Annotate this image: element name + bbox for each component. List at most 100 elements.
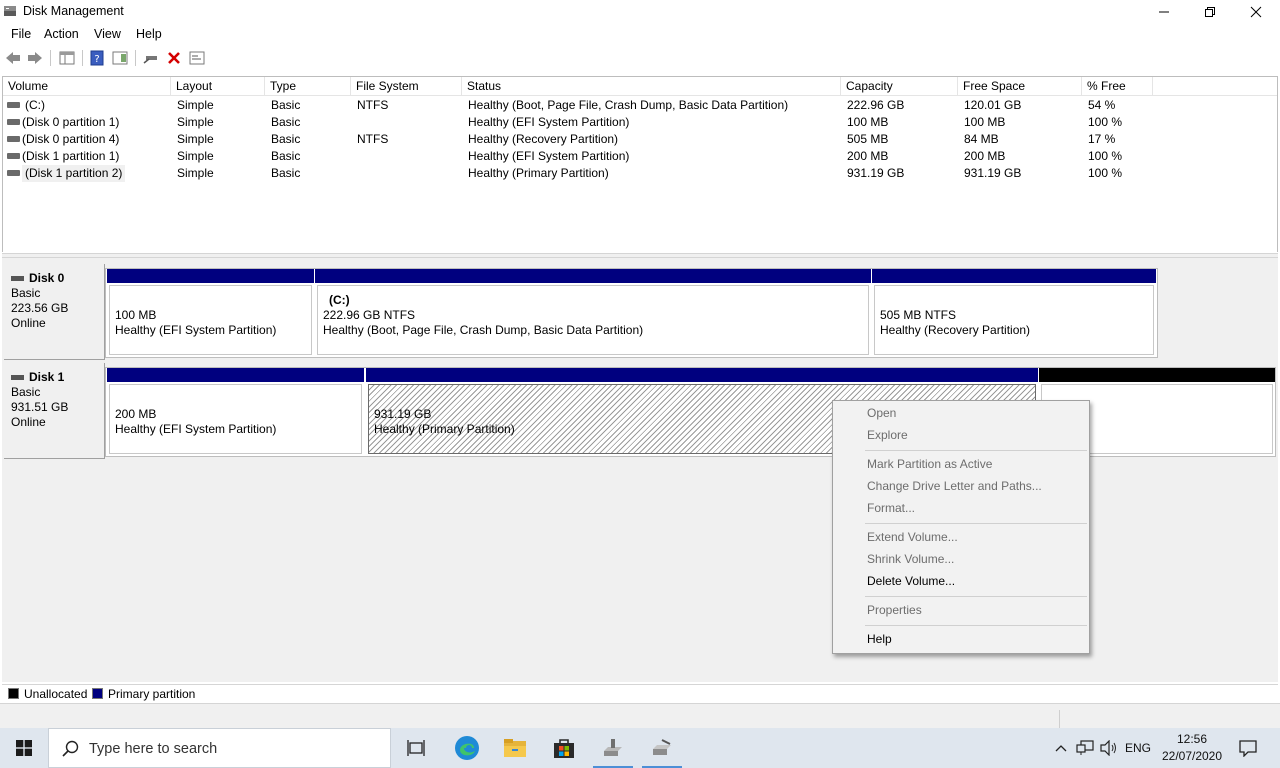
help-button[interactable]: ? xyxy=(88,49,106,67)
primary-partition-bar xyxy=(366,368,1038,382)
column-header-file-system[interactable]: File System xyxy=(351,77,462,96)
column-header-type[interactable]: Type xyxy=(265,77,351,96)
restore-button[interactable] xyxy=(1187,0,1233,24)
menu-file[interactable]: File xyxy=(11,27,31,41)
taskbar-disk-management[interactable] xyxy=(638,728,686,768)
taskbar-file-explorer[interactable] xyxy=(491,728,539,768)
disk-1-type: Basic xyxy=(11,385,41,399)
taskbar-search-box[interactable]: Type here to search xyxy=(48,728,391,768)
table-row[interactable]: (Disk 0 partition 1) Simple Basic Health… xyxy=(3,114,1277,131)
cell-capacity: 505 MB xyxy=(847,132,889,146)
table-row[interactable]: (Disk 0 partition 4) Simple Basic NTFS H… xyxy=(3,131,1277,148)
cell-volume: (Disk 0 partition 1) xyxy=(22,115,120,129)
partition-size: 505 MB NTFS xyxy=(880,308,957,322)
partition-disk0-4[interactable]: 505 MB NTFS Healthy (Recovery Partition) xyxy=(872,269,1156,357)
connect-drive-button[interactable] xyxy=(142,49,160,67)
cell-percent-free: 100 % xyxy=(1088,149,1123,163)
close-button[interactable] xyxy=(1233,0,1279,24)
partition-disk0-1[interactable]: 100 MB Healthy (EFI System Partition) xyxy=(107,269,314,357)
disk-1-label[interactable]: Disk 1 Basic 931.51 GB Online xyxy=(4,363,105,459)
column-header-status[interactable]: Status xyxy=(462,77,841,96)
menu-separator xyxy=(865,523,1087,524)
disk-0-name: Disk 0 xyxy=(11,271,104,286)
properties-pane-button[interactable] xyxy=(111,49,129,67)
forward-arrow-icon xyxy=(28,52,42,64)
menu-help[interactable]: Help xyxy=(136,27,162,41)
cell-status: Healthy (EFI System Partition) xyxy=(468,149,630,163)
cell-capacity: 200 MB xyxy=(847,149,889,163)
show-hidden-icons-button[interactable] xyxy=(1051,728,1071,768)
menu-item-extend-volume[interactable]: Extend Volume... xyxy=(867,530,958,544)
disk-1-status: Online xyxy=(11,415,46,429)
properties-button[interactable] xyxy=(188,49,206,67)
column-header-capacity[interactable]: Capacity xyxy=(841,77,958,96)
status-bar xyxy=(0,703,1280,728)
clock[interactable]: 12:56 22/07/2020 xyxy=(1155,731,1229,765)
volume-list-header: Volume Layout Type File System Status Ca… xyxy=(3,77,1277,96)
cell-percent-free: 54 % xyxy=(1088,98,1116,112)
network-button[interactable] xyxy=(1074,728,1096,768)
cell-free-space: 931.19 GB xyxy=(964,166,1022,180)
menu-item-explore[interactable]: Explore xyxy=(867,428,908,442)
volume-button[interactable] xyxy=(1098,728,1120,768)
window-title: Disk Management xyxy=(23,4,124,18)
partition-name: (C:) xyxy=(329,293,350,307)
taskbar-store[interactable] xyxy=(540,728,588,768)
menu-item-open[interactable]: Open xyxy=(867,406,896,420)
start-button[interactable] xyxy=(0,728,48,768)
legend-unallocated-label: Unallocated xyxy=(24,687,88,701)
column-header-volume[interactable]: Volume xyxy=(3,77,171,96)
partition-disk1-1[interactable]: 200 MB Healthy (EFI System Partition) xyxy=(107,368,364,456)
menu-item-properties[interactable]: Properties xyxy=(867,603,922,617)
disk-management-icon xyxy=(4,6,16,16)
primary-partition-bar xyxy=(872,269,1156,283)
menu-item-shrink-volume[interactable]: Shrink Volume... xyxy=(867,552,954,566)
menu-separator xyxy=(865,596,1087,597)
partition-status: Healthy (EFI System Partition) xyxy=(115,422,277,436)
menu-separator xyxy=(865,625,1087,626)
disk-1-name: Disk 1 xyxy=(11,370,104,385)
menu-item-mark-active[interactable]: Mark Partition as Active xyxy=(867,457,992,471)
menu-view[interactable]: View xyxy=(94,27,121,41)
unallocated-bar xyxy=(1039,368,1275,382)
partition-status: Healthy (EFI System Partition) xyxy=(115,323,277,337)
minimize-button[interactable] xyxy=(1141,0,1187,24)
table-row[interactable]: (C:) Simple Basic NTFS Healthy (Boot, Pa… xyxy=(3,97,1277,114)
context-menu: Open Explore Mark Partition as Active Ch… xyxy=(832,400,1090,654)
disk-0-partitions: 100 MB Healthy (EFI System Partition) (C… xyxy=(105,268,1158,358)
menu-item-help[interactable]: Help xyxy=(867,632,892,646)
delete-button[interactable] xyxy=(165,49,183,67)
forward-button[interactable] xyxy=(26,49,44,67)
show-hide-tree-button[interactable] xyxy=(58,49,76,67)
table-row-selected[interactable]: (Disk 1 partition 2) Simple Basic Health… xyxy=(3,165,1277,182)
console-tree-icon xyxy=(59,51,75,65)
column-header-percent-free[interactable]: % Free xyxy=(1082,77,1153,96)
cell-volume: (Disk 0 partition 4) xyxy=(22,132,120,146)
taskbar-app-drive-tool[interactable] xyxy=(589,728,637,768)
menu-action[interactable]: Action xyxy=(44,27,79,41)
language-indicator[interactable]: ENG xyxy=(1122,728,1154,768)
cell-type: Basic xyxy=(271,166,301,180)
menu-item-delete-volume[interactable]: Delete Volume... xyxy=(867,574,955,588)
menu-item-format[interactable]: Format... xyxy=(867,501,915,515)
legend-unallocated-swatch xyxy=(8,688,19,699)
back-button[interactable] xyxy=(4,49,22,67)
task-view-button[interactable] xyxy=(392,728,440,768)
action-center-button[interactable] xyxy=(1233,728,1263,768)
drive-icon xyxy=(7,102,20,108)
cell-type: Basic xyxy=(271,132,301,146)
properties-pane-icon xyxy=(112,51,128,65)
restore-icon xyxy=(1205,7,1215,17)
disk-0-type: Basic xyxy=(11,286,41,300)
cell-type: Basic xyxy=(271,98,301,112)
partition-c-drive[interactable]: (C:) 222.96 GB NTFS Healthy (Boot, Page … xyxy=(315,269,871,357)
properties-icon xyxy=(189,51,205,65)
taskbar-edge[interactable] xyxy=(443,728,491,768)
column-header-layout[interactable]: Layout xyxy=(171,77,265,96)
legend-primary-swatch xyxy=(92,688,103,699)
column-header-free-space[interactable]: Free Space xyxy=(958,77,1082,96)
menu-item-change-drive-letter[interactable]: Change Drive Letter and Paths... xyxy=(867,479,1042,493)
volume-list[interactable]: Volume Layout Type File System Status Ca… xyxy=(2,76,1278,252)
table-row[interactable]: (Disk 1 partition 1) Simple Basic Health… xyxy=(3,148,1277,165)
disk-0-label[interactable]: Disk 0 Basic 223.56 GB Online xyxy=(4,264,105,360)
